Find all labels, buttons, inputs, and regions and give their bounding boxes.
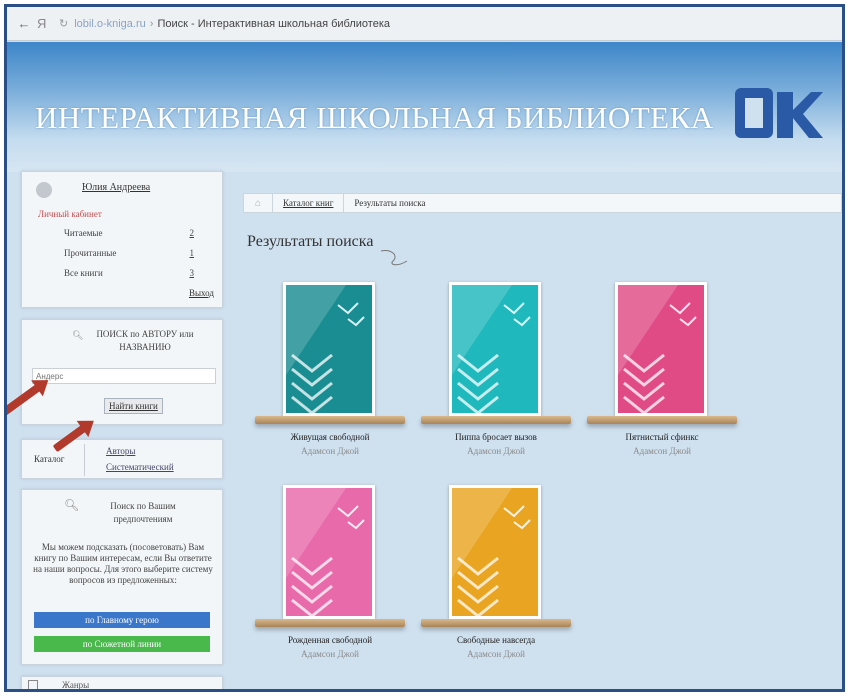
- plot-line-button[interactable]: по Сюжетной линии: [34, 636, 210, 652]
- logout-link[interactable]: Выход: [189, 288, 214, 298]
- yandex-icon[interactable]: Я: [37, 16, 51, 31]
- site-header: ИНТЕРАКТИВНАЯ ШКОЛЬНАЯ БИБЛИОТЕКА: [7, 42, 842, 172]
- row-label: Прочитанные: [64, 248, 117, 258]
- book-card[interactable]: Пиппа бросает вызов Адамсон Джой: [421, 282, 571, 462]
- book-cover-pattern-icon: [618, 285, 704, 413]
- list-item[interactable]: Читаемые 2: [64, 228, 194, 238]
- site-title: ИНТЕРАКТИВНАЯ ШКОЛЬНАЯ БИБЛИОТЕКА: [35, 100, 714, 135]
- book-title[interactable]: Пятнистый сфинкс: [587, 432, 737, 442]
- book-author: Адамсон Джой: [467, 446, 525, 456]
- cabinet-link[interactable]: Личный кабинет: [38, 209, 102, 219]
- home-icon[interactable]: ⌂: [244, 198, 272, 209]
- book-author: Адамсон Джой: [633, 446, 691, 456]
- book-title[interactable]: Свободные навсегда: [421, 635, 571, 645]
- breadcrumb-catalog[interactable]: Каталог книг: [272, 194, 345, 212]
- book-shelf: [587, 416, 737, 424]
- book-card[interactable]: Свободные навсегда Адамсон Джой: [421, 485, 571, 665]
- preferences-description: Мы можем подсказать (посоветовать) Вам к…: [33, 542, 213, 585]
- decorative-swirl-icon: [380, 250, 408, 266]
- left-sidebar: Юлия Андреева Личный кабинет Читаемые 2 …: [21, 171, 225, 689]
- user-panel: Юлия Андреева Личный кабинет Читаемые 2 …: [21, 171, 223, 308]
- genre-panel: Жанры: [21, 676, 223, 689]
- book-title[interactable]: Пиппа бросает вызов: [421, 432, 571, 442]
- row-label: Читаемые: [64, 228, 103, 238]
- book-shelf: [421, 416, 571, 424]
- find-books-button[interactable]: Найти книги: [104, 398, 163, 414]
- preferences-title: Поиск по Вашим предпочтениям: [110, 501, 176, 524]
- user-name-link[interactable]: Юлия Андреева: [82, 182, 150, 193]
- search-icon: 🔍︎: [72, 330, 84, 340]
- book-card[interactable]: Живущая свободной Адамсон Джой: [255, 282, 405, 462]
- page-tab-title: Поиск - Интерактивная школьная библиотек…: [157, 17, 390, 30]
- book-title[interactable]: Живущая свободной: [255, 432, 405, 442]
- ok-logo-icon[interactable]: [733, 84, 823, 144]
- book-cover-pattern-icon: [286, 488, 372, 616]
- divider: [84, 444, 85, 476]
- book-cover[interactable]: [449, 282, 541, 416]
- reload-icon[interactable]: ↻: [59, 17, 68, 30]
- catalog-label[interactable]: Каталог: [34, 454, 64, 464]
- book-title[interactable]: Рожденная свободной: [255, 635, 405, 645]
- search-input[interactable]: [32, 368, 216, 384]
- search-panel: 🔍︎ ПОИСК по АВТОРУ или НАЗВАНИЮ Найти кн…: [21, 319, 223, 425]
- book-cover[interactable]: [283, 485, 375, 619]
- book-cover-pattern-icon: [452, 285, 538, 413]
- authors-link[interactable]: Авторы: [106, 446, 135, 456]
- browser-window: ← Я ↻ lobil.o-kniga.ru › Поиск - Интерак…: [4, 4, 845, 692]
- address-bar[interactable]: ← Я ↻ lobil.o-kniga.ru › Поиск - Интерак…: [7, 7, 842, 41]
- main-hero-button[interactable]: по Главному герою: [34, 612, 210, 628]
- book-cover-pattern-icon: [452, 488, 538, 616]
- book-shelf: [255, 416, 405, 424]
- list-item[interactable]: Прочитанные 1: [64, 248, 194, 258]
- book-shelf: [255, 619, 405, 627]
- screenshot-frame: ← Я ↻ lobil.o-kniga.ru › Поиск - Интерак…: [0, 0, 849, 696]
- breadcrumb-current: Результаты поиска: [354, 198, 426, 208]
- row-count[interactable]: 1: [190, 248, 195, 258]
- book-shelf: [421, 619, 571, 627]
- row-label: Все книги: [64, 268, 103, 278]
- magnifier-icon: 🔍︎: [64, 498, 80, 512]
- genre-label[interactable]: Жанры: [62, 680, 89, 689]
- preferences-panel: 🔍︎ Поиск по Вашим предпочтениям Мы можем…: [21, 489, 223, 665]
- book-author: Адамсон Джой: [301, 649, 359, 659]
- row-count[interactable]: 3: [190, 268, 195, 278]
- book-author: Адамсон Джой: [301, 446, 359, 456]
- breadcrumb: ⌂ Каталог книг Результаты поиска: [243, 193, 842, 213]
- book-cover[interactable]: [615, 282, 707, 416]
- systematic-link[interactable]: Систематический: [106, 462, 174, 472]
- book-cover-pattern-icon: [286, 285, 372, 413]
- book-cover[interactable]: [283, 282, 375, 416]
- genre-icon: [28, 680, 38, 689]
- catalog-panel: Каталог Авторы Систематический: [21, 439, 223, 479]
- results-title: Результаты поиска: [247, 233, 374, 250]
- row-count[interactable]: 2: [190, 228, 195, 238]
- book-card[interactable]: Рожденная свободной Адамсон Джой: [255, 485, 405, 665]
- book-card[interactable]: Пятнистый сфинкс Адамсон Джой: [587, 282, 737, 462]
- book-author: Адамсон Джой: [467, 649, 525, 659]
- book-cover[interactable]: [449, 485, 541, 619]
- back-arrow-icon[interactable]: ←: [17, 16, 31, 31]
- list-item[interactable]: Все книги 3: [64, 268, 194, 278]
- url-separator: ›: [149, 17, 154, 30]
- search-title: ПОИСК по АВТОРУ или НАЗВАНИЮ: [96, 329, 194, 352]
- user-avatar-icon: [36, 182, 52, 198]
- url-text[interactable]: lobil.o-kniga.ru: [74, 18, 146, 30]
